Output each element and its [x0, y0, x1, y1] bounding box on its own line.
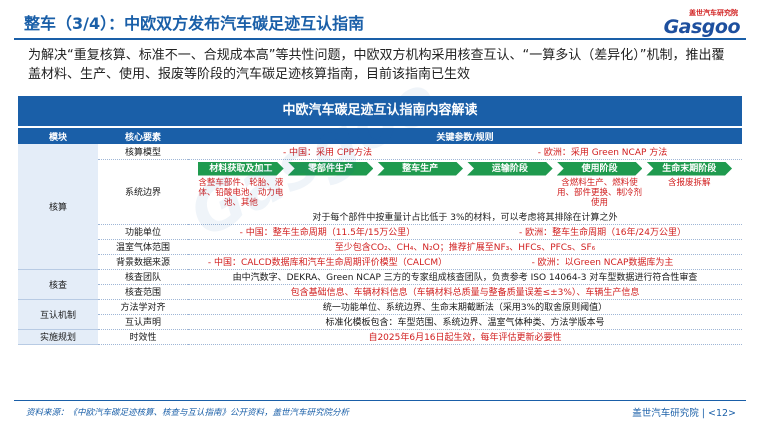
- stage-note: [288, 178, 374, 208]
- footer-source: 资料来源：《中欧汽车碳足迹核算、核查与互认指南》公开资料，盖世汽车研究院分析: [26, 408, 350, 418]
- stage-use: 使用阶段: [557, 162, 643, 176]
- table-row: 互认声明 标准化模板包含：车型范围、系统边界、温室气体种类、方法学版本号: [18, 314, 742, 330]
- title-divider: [14, 38, 746, 40]
- footer-divider: [14, 400, 746, 401]
- stage-notes: 含整车部件、轮胎、液体、铅酸电池、动力电池、其他 含燃料生产、燃料使用、部件更换…: [190, 176, 740, 210]
- table-row: 系统边界 材料获取及加工 零部件生产 整车生产 运输阶段 使用阶段 生命末期阶段…: [18, 159, 742, 225]
- stage-note: 含报废拆解: [667, 177, 711, 188]
- table-header-row: 模块 核心要素 关键参数/规则: [18, 128, 742, 144]
- params-cell: 由中汽数字、DEKRA、Green NCAP 三方的专家组成核查团队，负责参考 …: [188, 269, 742, 285]
- module-cell-implementation: 实施规划: [18, 329, 98, 345]
- stage-parts: 零部件生产: [288, 162, 374, 176]
- exclusion-rule: 对于每个部件中按重量计占比低于 3%的材料，可以考虑将其排除在计算之外: [312, 212, 618, 223]
- cn-rule: - 中国：整车生命周期（11.5年/15万公里）: [239, 228, 416, 238]
- table-row: 核算 核算模型 - 中国：采用 CPP方法 - 欧洲：采用 Green NCAP…: [18, 144, 742, 270]
- eu-rule: - 欧洲：以Green NCAP数据库为主: [531, 258, 674, 268]
- params-cell: - 中国：采用 CPP方法 - 欧洲：采用 Green NCAP 方法: [188, 144, 742, 160]
- guide-table: 模块 核心要素 关键参数/规则 核算 核算模型 - 中国：采用 CPP方法 - …: [18, 128, 742, 345]
- params-cell: 自2025年6月16日起生效，每年评估更新必要性: [188, 329, 742, 345]
- element-cell: 温室气体范围: [98, 239, 188, 255]
- page-title: 整车（3/4）：中欧双方发布汽车碳足迹互认指南: [24, 14, 365, 33]
- card-title: 中欧汽车碳足迹互认指南内容解读: [18, 96, 742, 126]
- table-row: 背景数据来源 - 中国：CALCD数据库和汽车生命周期评价模型（CALCM） -…: [18, 254, 742, 270]
- element-cell: 方法学对齐: [98, 299, 188, 315]
- params-cell: 包含基础信息、车辆材料信息（车辆材料总质量与整备质量误差≤±3%）、车辆生产信息: [188, 284, 742, 300]
- element-cell: 系统边界: [98, 159, 188, 225]
- header-module: 模块: [18, 128, 98, 144]
- element-cell: 功能单位: [98, 224, 188, 240]
- params-cell: - 中国：CALCD数据库和汽车生命周期评价模型（CALCM） - 欧洲：以Gr…: [188, 254, 742, 270]
- logo-en-text: Gasgoo: [663, 16, 741, 38]
- stage-note: [377, 178, 463, 208]
- footer-org: 盖世汽车研究院 | <12>: [632, 408, 736, 419]
- cn-rule: - 中国：采用 CPP方法: [282, 147, 373, 158]
- stage-end-of-life: 生命末期阶段: [646, 162, 732, 176]
- params-cell: 统一功能单位、系统边界、生命末期截断法（采用3%的取舍原则阈值）: [188, 299, 742, 315]
- lifecycle-stages: 材料获取及加工 零部件生产 整车生产 运输阶段 使用阶段 生命末期阶段: [190, 160, 740, 176]
- cn-rule: - 中国：CALCD数据库和汽车生命周期评价模型（CALCM）: [207, 258, 448, 268]
- stage-material: 材料获取及加工: [198, 162, 284, 176]
- module-cell-mutual-recognition: 互认机制: [18, 299, 98, 330]
- eu-rule: - 欧洲：整车生命周期（16年/24万公里）: [518, 228, 687, 238]
- system-boundary-cell: 材料获取及加工 零部件生产 整车生产 运输阶段 使用阶段 生命末期阶段 含整车部…: [188, 159, 742, 225]
- gasgoo-logo: 盖世汽车研究院 Gasgoo: [644, 6, 744, 40]
- element-cell: 背景数据来源: [98, 254, 188, 270]
- table-row: 功能单位 - 中国：整车生命周期（11.5年/15万公里） - 欧洲：整车生命周…: [18, 224, 742, 240]
- params-cell: 至少包含CO₂、CH₄、N₂O；推荐扩展至NF₃、HFCs、PFCs、SF₆: [188, 239, 742, 255]
- intro-paragraph: 为解决“重复核算、标准不一、合规成本高”等共性问题，中欧双方机构采用核查互认、“…: [28, 48, 725, 82]
- table-row: 实施规划 时效性 自2025年6月16日起生效，每年评估更新必要性: [18, 329, 742, 345]
- params-cell: - 中国：整车生命周期（11.5年/15万公里） - 欧洲：整车生命周期（16年…: [188, 224, 742, 240]
- stage-vehicle: 整车生产: [377, 162, 463, 176]
- module-cell-accounting: 核算: [18, 144, 98, 270]
- stage-note: 含燃料生产、燃料使用、部件更换、制冷剂使用: [557, 177, 643, 208]
- header-element: 核心要素: [98, 128, 188, 144]
- guide-card: 中欧汽车碳足迹互认指南内容解读 模块 核心要素 关键参数/规则 核算 核算模型 …: [18, 96, 742, 392]
- header-params: 关键参数/规则: [188, 128, 742, 144]
- module-cell-verification: 核查: [18, 269, 98, 300]
- stage-note: [467, 178, 553, 208]
- table-row: 核查范围 包含基础信息、车辆材料信息（车辆材料总质量与整备质量误差≤±3%）、车…: [18, 284, 742, 300]
- element-cell: 时效性: [98, 329, 188, 345]
- element-cell: 互认声明: [98, 314, 188, 330]
- element-cell: 核算模型: [98, 144, 188, 160]
- eu-rule: - 欧洲：采用 Green NCAP 方法: [537, 147, 668, 158]
- table-row: 温室气体范围 至少包含CO₂、CH₄、N₂O；推荐扩展至NF₃、HFCs、PFC…: [18, 239, 742, 255]
- stage-transport: 运输阶段: [467, 162, 553, 176]
- element-cell: 核查团队: [98, 269, 188, 285]
- table-row: 互认机制 方法学对齐 统一功能单位、系统边界、生命末期截断法（采用3%的取舍原则…: [18, 299, 742, 330]
- params-cell: 标准化模板包含：车型范围、系统边界、温室气体种类、方法学版本号: [188, 314, 742, 330]
- stage-note: 含整车部件、轮胎、液体、铅酸电池、动力电池、其他: [198, 177, 284, 208]
- element-cell: 核查范围: [98, 284, 188, 300]
- table-row: 核查 核查团队 由中汽数字、DEKRA、Green NCAP 三方的专家组成核查…: [18, 269, 742, 300]
